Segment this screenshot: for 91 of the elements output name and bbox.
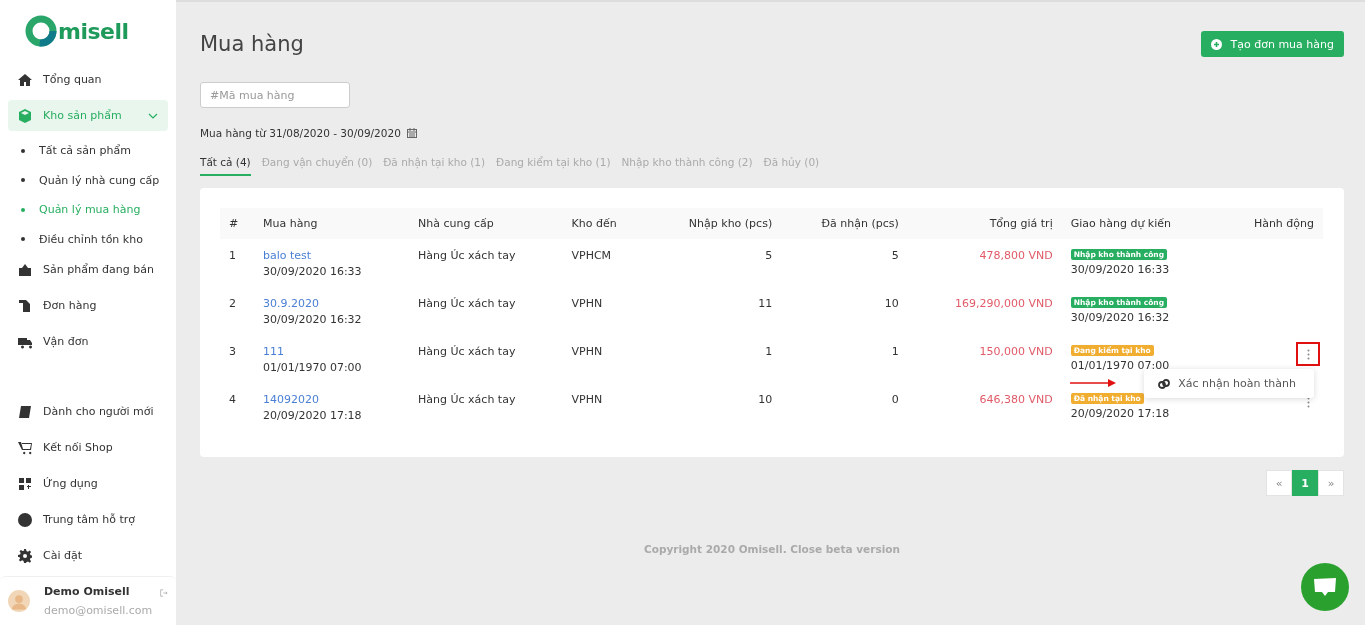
order-link[interactable]: balo test [263, 249, 312, 262]
sidebar-item[interactable]: Sản phẩm đang bán [8, 254, 168, 285]
kebab-icon [1306, 348, 1310, 360]
page-title: Mua hàng [200, 32, 304, 56]
table-cell: 4 [229, 393, 236, 406]
sidebar-item[interactable]: Kết nối Shop [8, 432, 168, 463]
table-cell: 150,000 VND [979, 345, 1053, 358]
table-cell: 10 [758, 393, 773, 406]
bag-icon [18, 262, 32, 277]
table-cell: 10 [884, 297, 899, 310]
sidebar-item[interactable]: Cài đặt [8, 540, 168, 571]
table-cell: 30/09/2020 16:32 [263, 313, 362, 326]
user-email: demo@omisell.com [43, 604, 153, 617]
order-link[interactable]: 14092020 [263, 393, 319, 406]
plus-circle-icon [1210, 38, 1222, 50]
table-cell: 1 [765, 345, 773, 358]
column-header: Tổng giá trị [907, 208, 1062, 239]
table-cell: 01/01/1970 07:00 [1070, 359, 1170, 372]
page-button[interactable]: 1 [1292, 470, 1318, 496]
table-cell: 1 [229, 249, 236, 262]
menu-item[interactable]: Xác nhận hoàn thành [1158, 377, 1296, 390]
user-name: Demo Omisell [43, 585, 131, 598]
chat-button[interactable] [1301, 563, 1349, 611]
chevron-icon [148, 112, 158, 119]
table-cell: 0 [891, 393, 899, 406]
search-field[interactable]: #Mã mua hàng [200, 82, 350, 108]
links-icon [1158, 378, 1171, 389]
create-order-button[interactable]: Tạo đơn mua hàng [1200, 31, 1344, 57]
column-header: Giao hàng dự kiến [1061, 208, 1220, 239]
table-cell: VPHN [571, 297, 603, 310]
table-cell: 20/09/2020 17:18 [263, 409, 362, 422]
table-cell: 20/09/2020 17:18 [1070, 407, 1170, 420]
sidebar-subitem[interactable]: Quản lý mua hàng [8, 195, 168, 225]
table-cell: 11 [758, 297, 773, 310]
column-header: Đã nhận (pcs) [781, 208, 908, 239]
table-cell: Hàng Úc xách tay [418, 297, 516, 310]
table-cell: 3 [229, 345, 236, 358]
home-icon [18, 72, 32, 87]
sidebar-subitem[interactable]: Quản lý nhà cung cấp [8, 165, 168, 195]
sidebar-subitem[interactable]: Tất cả sản phẩm [8, 136, 168, 166]
chat-bubble-icon [1313, 577, 1337, 597]
column-header: # [220, 208, 254, 239]
sidebar-subitem[interactable]: Điều chỉnh tồn kho [8, 224, 168, 254]
arrow-annotation [1070, 379, 1116, 387]
table-cell: 30/09/2020 16:32 [1070, 311, 1170, 324]
date-range: Mua hàng từ 31/08/2020 - 30/09/2020 [200, 127, 401, 139]
column-header: Mua hàng [254, 208, 410, 239]
table-cell: 169,290,000 VND [955, 297, 1053, 310]
table-cell: VPHN [571, 393, 603, 406]
table-cell: 30/09/2020 16:33 [263, 265, 362, 278]
logo-ring-icon [25, 15, 57, 47]
order-link[interactable]: 111 [263, 345, 284, 358]
table-cell: VPHCM [571, 249, 612, 262]
table-cell: VPHN [571, 345, 603, 358]
table-cell: Hàng Úc xách tay [418, 249, 516, 262]
logo-text: misell [58, 18, 129, 44]
table-cell: 2 [229, 297, 236, 310]
column-header: Hành động [1219, 208, 1323, 239]
kebab-icon [1306, 396, 1310, 408]
status-tab[interactable]: Tất cả (4) [200, 156, 251, 176]
sidebar-item[interactable]: Tổng quan [8, 64, 168, 95]
table-cell: 5 [765, 249, 773, 262]
table-cell: 30/09/2020 16:33 [1070, 263, 1170, 276]
calendar-icon[interactable] [406, 128, 417, 138]
apps-icon [18, 476, 32, 491]
table-cell: Hàng Úc xách tay [418, 393, 516, 406]
previous-page-button[interactable]: « [1266, 470, 1292, 496]
column-header: Kho đến [562, 208, 647, 239]
table-cell: 1 [891, 345, 899, 358]
table-cell: 478,800 VND [979, 249, 1053, 262]
table-cell: Hàng Úc xách tay [418, 345, 516, 358]
gear-icon [18, 548, 32, 563]
table-cell: 01/01/1970 07:00 [263, 361, 362, 374]
table-cell: 646,380 VND [979, 393, 1053, 406]
book-icon [18, 404, 32, 419]
column-header: Nhập kho (pcs) [646, 208, 782, 239]
next-page-button[interactable]: » [1318, 470, 1344, 496]
sidebar-item[interactable]: Trung tâm hỗ trợ [8, 504, 168, 535]
sidebar-item[interactable]: Vận đơn [8, 326, 168, 357]
sidebar-item[interactable]: Ứng dụng [8, 468, 168, 499]
sidebar-item[interactable]: Đơn hàng [8, 290, 168, 321]
sidebar-item[interactable]: Kho sản phẩm [8, 100, 168, 131]
logout-icon[interactable] [160, 587, 168, 599]
more-button[interactable] [1296, 342, 1320, 366]
table-cell: 5 [891, 249, 899, 262]
cube-icon [18, 108, 32, 123]
order-link[interactable]: 30.9.2020 [263, 297, 319, 310]
column-header: Nhà cung cấp [409, 208, 563, 239]
cart-icon [18, 440, 32, 455]
copyright-text: Copyright 2020 Omisell. Close beta version [644, 543, 900, 555]
sidebar-item[interactable]: Dành cho người mới [8, 396, 168, 427]
